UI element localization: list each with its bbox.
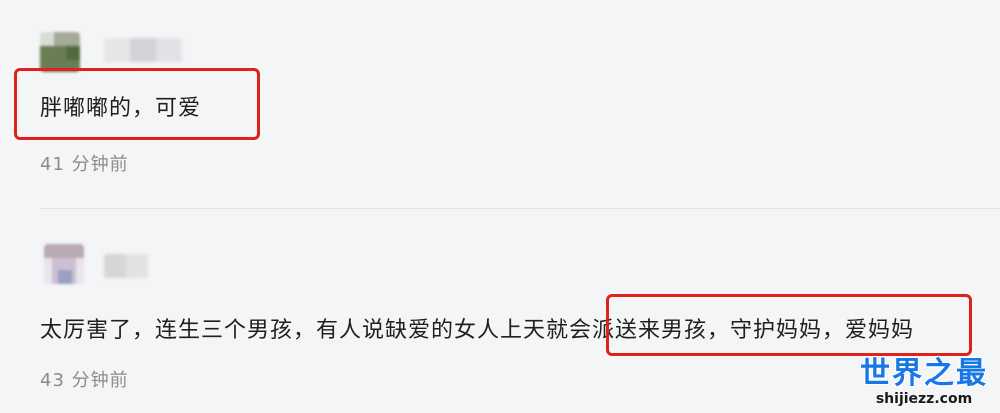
comment-item: 太厉害了，连生三个男孩，有人说缺爱的女人上天就会派送来男孩，守护妈妈，爱妈妈 4… bbox=[0, 208, 1000, 413]
highlight-box bbox=[606, 294, 972, 356]
watermark: 世界之最 shijiezz.com bbox=[860, 356, 988, 408]
username-blurred[interactable] bbox=[104, 254, 148, 278]
username-blurred[interactable] bbox=[104, 38, 182, 62]
avatar[interactable] bbox=[44, 244, 84, 284]
comment-item: 胖嘟嘟的，可爱 41 分钟前 bbox=[0, 0, 1000, 208]
watermark-title: 世界之最 bbox=[860, 356, 988, 391]
comment-timestamp: 41 分钟前 bbox=[40, 154, 129, 175]
avatar[interactable] bbox=[40, 32, 80, 72]
comment-timestamp: 43 分钟前 bbox=[40, 370, 129, 391]
watermark-url: shijiezz.com bbox=[875, 391, 973, 407]
highlight-box bbox=[14, 68, 260, 140]
